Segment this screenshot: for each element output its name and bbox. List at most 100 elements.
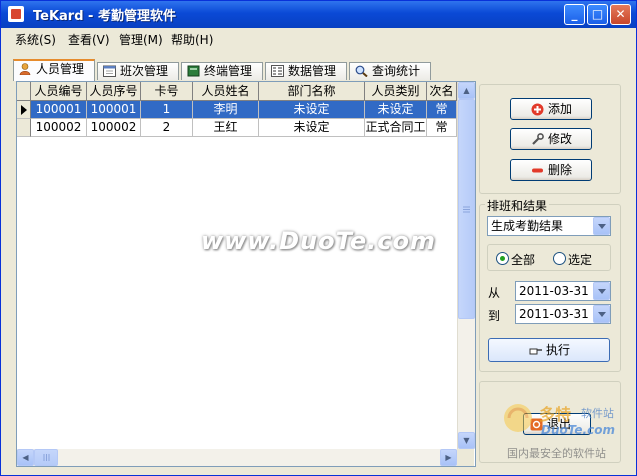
tab-label: 数据管理 (288, 64, 337, 78)
edit-button[interactable]: 修改 (510, 128, 592, 150)
radio-all[interactable] (496, 252, 509, 265)
to-date-value: 2011-03-31 (519, 307, 589, 321)
add-label: 添加 (548, 102, 573, 116)
logo-sub-text: 软件站 (581, 407, 614, 420)
site-logo-watermark: 多特 软件站 DuoTe.com 国内最安全的软件站 (501, 401, 631, 461)
tab-query[interactable]: 查询统计 (349, 62, 431, 80)
tab-terminal[interactable]: 终端管理 (181, 62, 263, 80)
action-panel: 添加 修改 删除 (479, 84, 621, 194)
column-header[interactable]: 次名 (427, 82, 457, 100)
calendar-icon (103, 65, 116, 77)
arrow-left-icon: ◀ (22, 453, 29, 462)
radio-selected-label[interactable]: 选定 (568, 251, 592, 268)
watermark-text: www.DuoTe.com (201, 227, 436, 255)
close-button[interactable]: ✕ (610, 4, 631, 25)
table-row[interactable]: 100002 100002 2 王红 未设定 正式合同工 常 (17, 119, 457, 137)
grid-cell[interactable]: 李明 (193, 101, 259, 119)
tab-label: 查询统计 (372, 64, 421, 78)
menu-help[interactable]: 帮助(H) (171, 31, 213, 48)
schedule-group-title: 排班和结果 (485, 197, 550, 214)
title-bar[interactable]: TeKard - 考勤管理软件 _ □ ✕ (1, 1, 636, 28)
edit-label: 修改 (548, 132, 573, 146)
horizontal-scrollbar[interactable]: ◀ ▶ (17, 449, 457, 466)
grid-cell[interactable]: 常 (427, 101, 457, 119)
execute-button[interactable]: 执行 (488, 338, 610, 362)
book-icon (187, 65, 200, 77)
delete-button[interactable]: 删除 (510, 159, 592, 181)
scrollbar-corner (457, 449, 474, 466)
plus-icon (531, 103, 544, 116)
personnel-grid[interactable]: 人员编号 人员序号 卡号 人员姓名 部门名称 人员类别 次名 100001 10… (16, 81, 476, 467)
mode-select[interactable]: 生成考勤结果 (487, 216, 611, 236)
grid-cell[interactable]: 未设定 (259, 119, 365, 137)
row-pointer-icon (21, 105, 27, 115)
logo-cn-text: 多特 (539, 405, 572, 424)
chevron-down-icon[interactable] (593, 282, 610, 300)
scroll-thumb[interactable] (458, 99, 475, 319)
window-title: TeKard - 考勤管理软件 (33, 9, 176, 24)
grid-cell[interactable]: 100002 (87, 119, 141, 137)
grid-cell[interactable]: 未设定 (259, 101, 365, 119)
delete-label: 删除 (548, 163, 573, 177)
grid-cell[interactable]: 1 (141, 101, 193, 119)
grid-cell[interactable]: 王红 (193, 119, 259, 137)
menu-view[interactable]: 查看(V) (68, 31, 110, 48)
grid-cell[interactable]: 2 (141, 119, 193, 137)
app-icon[interactable] (8, 6, 24, 22)
menu-system[interactable]: 系统(S) (15, 31, 56, 48)
execute-label: 执行 (546, 343, 571, 357)
minimize-button[interactable]: _ (564, 4, 585, 25)
main-window: TeKard - 考勤管理软件 _ □ ✕ 系统(S) 查看(V) 管理(M) … (0, 0, 637, 476)
grid-cell[interactable]: 100001 (87, 101, 141, 119)
tab-shift[interactable]: 班次管理 (97, 62, 179, 80)
scroll-right-button[interactable]: ▶ (440, 449, 457, 466)
from-date-value: 2011-03-31 (519, 284, 589, 298)
chevron-down-icon[interactable] (593, 217, 610, 235)
column-header[interactable]: 人员编号 (31, 82, 87, 100)
grid-cell[interactable]: 常 (427, 119, 457, 137)
grid-cell[interactable]: 正式合同工 (365, 119, 427, 137)
add-button[interactable]: 添加 (510, 98, 592, 120)
grip-icon (43, 454, 50, 461)
vertical-scrollbar[interactable]: ▲ ▼ (457, 82, 475, 449)
scroll-left-button[interactable]: ◀ (17, 449, 34, 466)
tab-label: 人员管理 (36, 62, 85, 76)
arrow-up-icon: ▲ (463, 86, 470, 95)
grid-cell[interactable]: 100001 (31, 101, 87, 119)
logo-url-text: DuoTe.com (541, 423, 615, 437)
column-header[interactable]: 人员姓名 (193, 82, 259, 100)
column-header[interactable]: 人员类别 (365, 82, 427, 100)
menu-manage[interactable]: 管理(M) (119, 31, 163, 48)
minus-icon (532, 168, 543, 173)
row-indicator (17, 101, 31, 119)
column-header[interactable]: 人员序号 (87, 82, 141, 100)
tab-label: 班次管理 (120, 64, 169, 78)
pointing-hand-icon (529, 348, 542, 355)
maximize-button[interactable]: □ (587, 4, 608, 25)
column-header[interactable]: 卡号 (141, 82, 193, 100)
to-date-picker[interactable]: 2011-03-31 (515, 304, 611, 324)
menu-bar: 系统(S) 查看(V) 管理(M) 帮助(H) (1, 28, 636, 48)
maximize-icon: □ (591, 7, 604, 21)
tab-label: 终端管理 (204, 64, 253, 78)
scroll-down-button[interactable]: ▼ (458, 432, 475, 449)
scroll-thumb[interactable] (34, 449, 58, 466)
chevron-down-icon[interactable] (593, 305, 610, 323)
grid-corner-cell (17, 82, 31, 100)
radio-all-label[interactable]: 全部 (511, 251, 535, 268)
to-label: 到 (488, 309, 501, 323)
person-icon (19, 63, 31, 75)
wrench-icon (532, 133, 544, 145)
table-row[interactable]: 100001 100001 1 李明 未设定 未设定 常 (17, 101, 457, 119)
grid-cell[interactable]: 100002 (31, 119, 87, 137)
radio-selected[interactable] (553, 252, 566, 265)
mode-value: 生成考勤结果 (491, 219, 564, 233)
grid-cell[interactable]: 未设定 (365, 101, 427, 119)
scroll-up-button[interactable]: ▲ (458, 82, 475, 99)
slogan-text: 国内最安全的软件站 (507, 447, 606, 460)
tab-personnel[interactable]: 人员管理 (13, 59, 95, 81)
column-header[interactable]: 部门名称 (259, 82, 365, 100)
from-date-picker[interactable]: 2011-03-31 (515, 281, 611, 301)
tab-data[interactable]: 数据管理 (265, 62, 347, 80)
grid-header: 人员编号 人员序号 卡号 人员姓名 部门名称 人员类别 次名 (17, 82, 457, 101)
